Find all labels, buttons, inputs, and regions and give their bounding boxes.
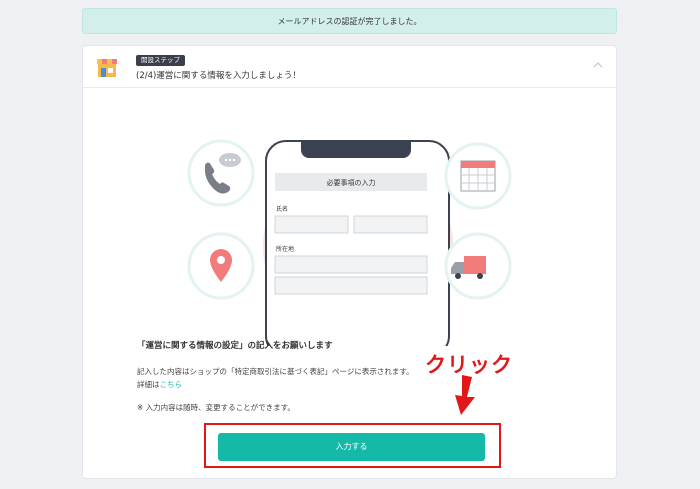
details-prefix: 詳細は <box>137 380 160 389</box>
truck-icon <box>444 232 512 300</box>
verification-notice: メールアドレスの認証が完了しました。 <box>82 8 617 34</box>
down-arrow-icon <box>455 375 475 415</box>
calendar-icon <box>444 142 512 210</box>
phone-name-label: 氏名 <box>276 205 288 213</box>
card-header[interactable]: 開設ステップ (2/4)運営に関する情報を入力しましょう！ <box>83 46 616 88</box>
details-line: 詳細はこちら <box>137 378 557 391</box>
shop-icon <box>97 59 117 77</box>
phone-form-title: 必要事項の入力 <box>327 178 376 187</box>
details-link[interactable]: こちら <box>160 380 183 389</box>
phone-form-illustration: 必要事項の入力 氏名 所在地 <box>187 139 512 346</box>
chevron-up-icon[interactable] <box>592 60 604 70</box>
phone-chat-icon <box>187 139 255 207</box>
phone-address-label: 所在地 <box>276 245 294 253</box>
click-highlight-box <box>204 423 501 468</box>
step-badge: 開設ステップ <box>136 55 185 66</box>
setup-step-card: 開設ステップ (2/4)運営に関する情報を入力しましょう！ 必要事項の入力 氏名… <box>82 45 617 479</box>
step-title: (2/4)運営に関する情報を入力しましょう！ <box>136 71 301 81</box>
editable-note: ※ 入力内容は随時、変更することができます。 <box>137 403 295 412</box>
location-pin-icon <box>187 232 255 300</box>
